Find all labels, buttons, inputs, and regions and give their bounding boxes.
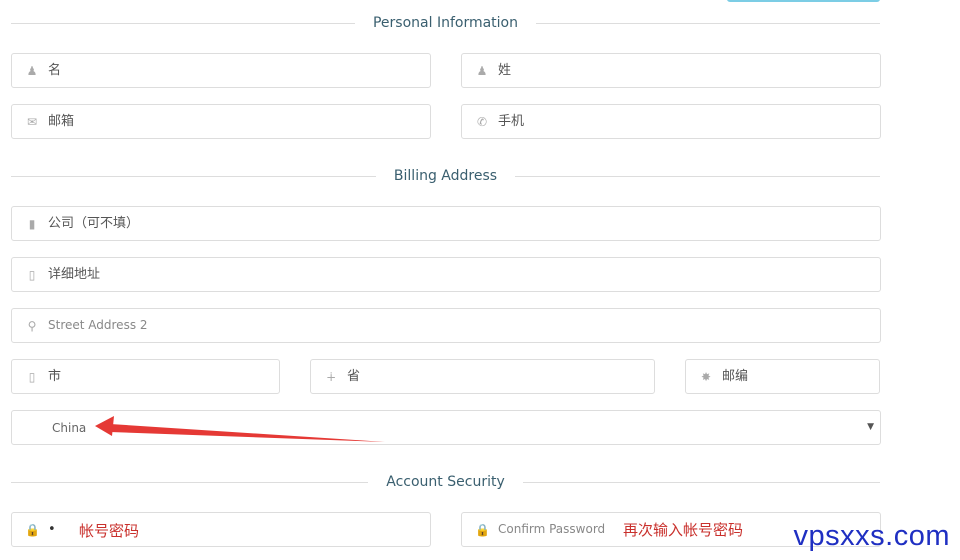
placeholder: 姓 (498, 63, 512, 78)
placeholder: 公司（可不填） (48, 216, 140, 231)
first-name-input[interactable]: ♟ 名 (11, 53, 431, 88)
watermark: vpsxxs.com (793, 520, 950, 552)
user-icon: ♟ (476, 64, 488, 78)
password-annotation: 帐号密码 (79, 522, 140, 540)
building-icon: ▯ (28, 268, 36, 282)
address1-input[interactable]: ▯ 详细地址 (11, 257, 881, 292)
certificate-icon: ✸ (700, 370, 712, 384)
state-input[interactable]: ∔ 省 (310, 359, 655, 394)
placeholder: 详细地址 (48, 267, 101, 282)
building-icon: ▮ (28, 217, 36, 231)
section-title: Billing Address (375, 168, 516, 184)
section-title: Account Security (368, 474, 523, 490)
lock-icon: 🔒 (25, 523, 40, 537)
phone-icon: ✆ (476, 115, 488, 129)
phone-input[interactable]: ✆ 手机 (461, 104, 881, 139)
selected-country: China (52, 421, 87, 435)
envelope-icon: ✉ (26, 115, 38, 129)
zip-input[interactable]: ✸ 邮编 (685, 359, 880, 394)
section-account-security: Account Security (11, 472, 880, 492)
state-icon: ∔ (325, 370, 337, 384)
password-value: • (48, 522, 56, 537)
placeholder: 手机 (498, 114, 525, 129)
placeholder: 省 (347, 369, 361, 384)
confirm-annotation: 再次输入帐号密码 (623, 521, 744, 539)
building-icon: ▯ (28, 370, 36, 384)
password-input[interactable]: 🔒 • 帐号密码 (11, 512, 431, 547)
user-icon: ♟ (26, 64, 38, 78)
last-name-input[interactable]: ♟ 姓 (461, 53, 881, 88)
map-marker-icon: ⚲ (27, 319, 37, 333)
placeholder: 邮编 (722, 369, 749, 384)
placeholder: 市 (48, 369, 62, 384)
city-input[interactable]: ▯ 市 (11, 359, 280, 394)
arrow-head (95, 416, 114, 436)
lock-icon: 🔒 (475, 523, 490, 537)
top-button[interactable] (727, 0, 880, 2)
company-input[interactable]: ▮ 公司（可不填） (11, 206, 881, 241)
section-personal-information: Personal Information (11, 13, 880, 33)
placeholder: 名 (48, 63, 62, 78)
address2-input[interactable]: ⚲ Street Address 2 (11, 308, 881, 343)
section-title: Personal Information (354, 15, 536, 31)
email-input[interactable]: ✉ 邮箱 (11, 104, 431, 139)
caret-down-icon: ▼ (867, 422, 874, 432)
placeholder: 邮箱 (48, 114, 75, 129)
annotation-arrow (95, 416, 385, 442)
section-billing-address: Billing Address (11, 166, 880, 186)
arrow-shaft (110, 424, 385, 442)
placeholder: Street Address 2 (48, 318, 148, 332)
placeholder: Confirm Password (498, 522, 606, 536)
